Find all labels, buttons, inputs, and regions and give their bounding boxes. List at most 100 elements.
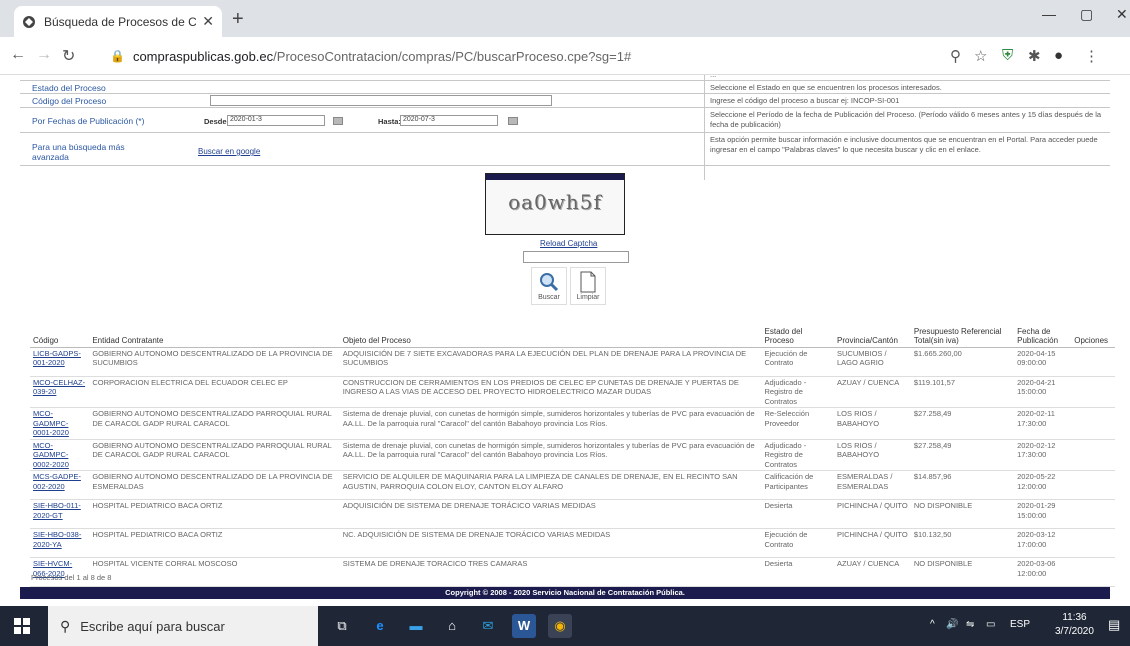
notification-icon[interactable]: ▤ <box>1108 617 1120 633</box>
col-objeto[interactable]: Objeto del Proceso <box>339 313 762 348</box>
object-cell: Sistema de drenaje pluvial, con cunetas … <box>339 439 762 471</box>
close-window-button[interactable]: ✕ <box>1116 6 1128 23</box>
form-row-avanzada: Para una búsqueda más avanzada Buscar en… <box>20 133 1110 166</box>
bookmark-star-icon[interactable]: ☆ <box>974 47 987 65</box>
codigo-help: Ingrese el código del proceso a buscar e… <box>710 96 900 105</box>
chrome-icon[interactable]: ◉ <box>548 614 572 638</box>
options-cell <box>1071 499 1115 529</box>
process-code-link[interactable]: LICB-GADPS-001-2020 <box>33 349 81 368</box>
reload-icon[interactable]: ↻ <box>62 46 75 66</box>
store-icon[interactable]: ⌂ <box>440 614 464 638</box>
estado-help: Seleccione el Estado en que se encuentre… <box>710 83 942 92</box>
col-provincia[interactable]: Provincia/Cantón <box>834 313 911 348</box>
table-header-row: Código Entidad Contratante Objeto del Pr… <box>30 313 1115 348</box>
hasta-input[interactable]: 2020-07-3 <box>400 115 498 126</box>
display-icon[interactable]: ▭ <box>986 619 995 630</box>
object-cell: SERVICIO DE ALQUILER DE MAQUINARIA PARA … <box>339 470 762 500</box>
process-code-link[interactable]: MCO-GADMPC-0001-2020 <box>33 409 69 437</box>
entity-cell: CORPORACION ELECTRICA DEL ECUADOR CELEC … <box>89 376 340 408</box>
network-icon[interactable]: ⇋ <box>966 619 974 630</box>
word-icon[interactable]: W <box>512 614 536 638</box>
maximize-button[interactable]: ▢ <box>1080 6 1093 23</box>
search-icon <box>540 273 559 292</box>
table-row: MCS-GADPE-002-2020 GOBIERNO AUTONOMO DES… <box>30 470 1115 500</box>
mail-icon[interactable]: ✉ <box>476 614 500 638</box>
status-cell: Adjudicado - Registro de Contratos <box>761 439 834 471</box>
col-entidad[interactable]: Entidad Contratante <box>89 313 340 348</box>
object-cell: SISTEMA DE DRENAJE TORACICO TRES CAMARAS <box>339 557 762 587</box>
process-code-link[interactable]: MCS-GADPE-002-2020 <box>33 472 81 491</box>
taskbar-search-box[interactable]: ⚲ Escribe aquí para buscar <box>48 606 318 646</box>
col-presupuesto[interactable]: Presupuesto Referencial Total(sin iva) <box>910 313 1015 348</box>
results-summary: Procesos del 1 al 8 de 8 <box>31 573 112 582</box>
captcha-input[interactable] <box>523 251 629 263</box>
entity-cell: HOSPITAL PEDIATRICO BACA ORTIZ <box>89 528 340 558</box>
object-cell: NC. ADQUISICIÓN DE SISTEMA DE DRENAJE TO… <box>339 528 762 558</box>
province-cell: PICHINCHA / QUITO <box>834 499 911 529</box>
browser-tab[interactable]: Búsqueda de Procesos de Contr ✕ <box>14 6 222 37</box>
globe-icon <box>23 15 35 28</box>
codigo-input[interactable] <box>210 95 552 106</box>
process-code-link[interactable]: SIE-HBO-038-2020-YA <box>33 530 81 549</box>
browser-tabstrip: Búsqueda de Procesos de Contr ✕ + — ▢ ✕ <box>0 0 1130 37</box>
entity-cell: GOBIERNO AUTONOMO DESCENTRALIZADO DE LA … <box>89 470 340 500</box>
status-cell: Re-Selección Proveedor <box>761 407 834 440</box>
table-row: MCO-GADMPC-0001-2020 GOBIERNO AUTONOMO D… <box>30 407 1115 440</box>
language-indicator[interactable]: ESP <box>1010 619 1030 630</box>
process-code-link[interactable]: MCO-CELHAZ-039-20 <box>33 378 85 397</box>
lock-icon: 🔒 <box>110 49 125 63</box>
blank-page-icon <box>580 271 596 293</box>
url-path: /ProcesoContratacion/compras/PC/buscarPr… <box>273 48 632 64</box>
col-codigo[interactable]: Código <box>30 313 90 348</box>
object-cell: ADQUISICIÓN DE 7 SIETE EXCAVADORAS PARA … <box>339 347 762 377</box>
table-row: SIE-HVCM-066-2020 HOSPITAL VICENTE CORRA… <box>30 557 1115 587</box>
clock-date: 3/7/2020 <box>1055 626 1094 637</box>
date-cell: 2020-03-06 12:00:00 <box>1014 557 1072 587</box>
calendar-desde-icon[interactable] <box>333 117 343 125</box>
shield-extension-icon[interactable]: ⛨ <box>1002 47 1013 64</box>
avanzada-label: Para una búsqueda más avanzada <box>32 142 125 162</box>
back-arrow-icon[interactable]: ← <box>10 46 26 64</box>
options-cell <box>1071 528 1115 558</box>
zoom-icon[interactable]: ⚲ <box>950 47 961 65</box>
profile-icon[interactable]: ● <box>1054 47 1063 64</box>
edge-browser-icon[interactable]: e <box>368 614 392 638</box>
process-code-link[interactable]: MCO-GADMPC-0002-2020 <box>33 441 69 469</box>
form-row-estado: Estado del Proceso Seleccione el Estado … <box>20 81 1110 94</box>
buscar-label: Buscar <box>538 294 560 301</box>
limpiar-button[interactable]: Limpiar <box>570 267 606 305</box>
table-row: LICB-GADPS-001-2020 GOBIERNO AUTONOMO DE… <box>30 347 1115 377</box>
minimize-button[interactable]: — <box>1042 6 1056 22</box>
options-cell <box>1071 376 1115 408</box>
file-explorer-icon[interactable]: ▬ <box>404 614 428 638</box>
windows-start-icon[interactable] <box>14 618 30 634</box>
col-estado[interactable]: Estado del Proceso <box>761 313 834 348</box>
google-search-link[interactable]: Buscar en google <box>198 147 260 156</box>
tab-close-icon[interactable]: ✕ <box>202 13 214 30</box>
process-code-link[interactable]: SIE-HBO-011-2020-GT <box>33 501 81 520</box>
volume-icon[interactable]: 🔊 <box>946 619 958 630</box>
fechas-help: Seleccione el Período de la fecha de Pub… <box>710 110 1102 129</box>
extensions-puzzle-icon[interactable]: ✱ <box>1028 47 1041 65</box>
desde-input[interactable]: 2020-01-3 <box>227 115 325 126</box>
entity-cell: GOBIERNO AUTONOMO DESCENTRALIZADO PARROQ… <box>89 407 340 440</box>
date-cell: 2020-02-11 17:30:00 <box>1014 407 1072 440</box>
taskbar-clock[interactable]: 11:36 3/7/2020 <box>1055 611 1094 639</box>
entity-cell: GOBIERNO AUTONOMO DESCENTRALIZADO PARROQ… <box>89 439 340 471</box>
budget-cell: $1.665.260,00 <box>910 347 1015 377</box>
new-tab-button[interactable]: + <box>232 8 244 31</box>
col-fecha[interactable]: Fecha de Publicación <box>1014 313 1072 348</box>
calendar-hasta-icon[interactable] <box>508 117 518 125</box>
task-view-icon[interactable]: ⧉ <box>330 614 354 638</box>
taskbar: ⚲ Escribe aquí para buscar ⧉ e ▬ ⌂ ✉ W ◉… <box>0 606 1130 646</box>
browser-toolbar: ← → ↻ 🔒 compraspublicas.gob.ec/ProcesoCo… <box>0 37 1130 75</box>
status-cell: Desierta <box>761 557 834 587</box>
tray-chevron-icon[interactable]: ^ <box>930 619 935 630</box>
status-cell: Calificación de Participantes <box>761 470 834 500</box>
forward-arrow-icon[interactable]: → <box>36 46 52 64</box>
address-bar[interactable]: 🔒 compraspublicas.gob.ec/ProcesoContrata… <box>110 45 730 67</box>
reload-captcha-link[interactable]: Reload Captcha <box>540 239 597 248</box>
desde-label: Desde: <box>204 117 230 126</box>
menu-dots-icon[interactable]: ⋮ <box>1084 47 1099 65</box>
buscar-button[interactable]: Buscar <box>531 267 567 305</box>
